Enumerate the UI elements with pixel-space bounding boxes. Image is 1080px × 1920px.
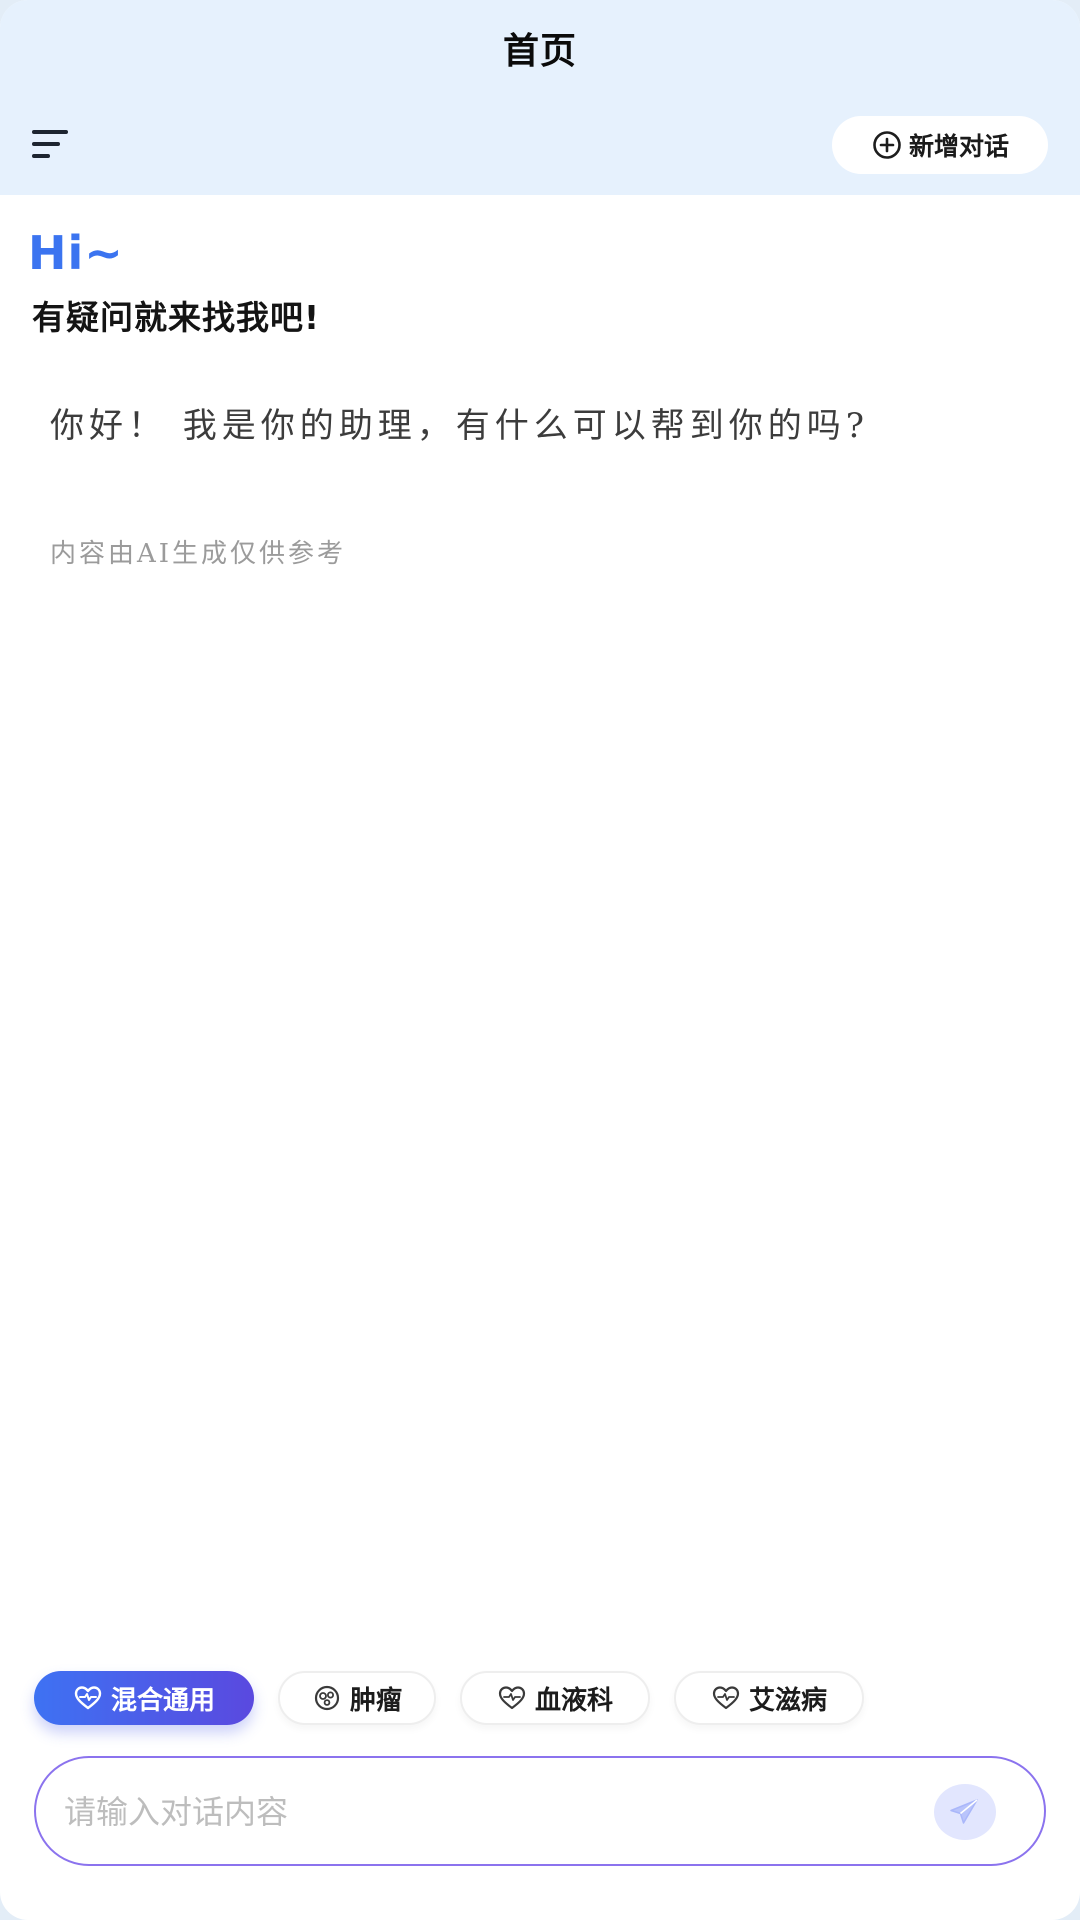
new-chat-label: 新增对话	[908, 132, 1009, 161]
send-button[interactable]	[934, 1784, 996, 1840]
mode-chip-tumor[interactable]: 肿瘤	[278, 1671, 436, 1725]
ai-disclaimer: 内容由AI生成仅供参考	[50, 539, 347, 569]
page-title: 首页	[502, 31, 577, 72]
mode-chip-label: 肿瘤	[349, 1685, 402, 1716]
heart-pulse-icon	[712, 1686, 740, 1710]
heart-pulse-icon	[498, 1686, 526, 1710]
heart-pulse-icon	[74, 1686, 102, 1710]
chat-input[interactable]	[64, 1784, 924, 1840]
top-header: 首页 新增对话	[0, 0, 1080, 195]
plus-circle-icon	[873, 131, 901, 159]
mode-chip-general[interactable]: 混合通用	[34, 1671, 254, 1725]
send-plane-icon	[950, 1799, 978, 1824]
tumor-icon	[314, 1685, 340, 1711]
mode-chip-label: 血液科	[534, 1685, 613, 1716]
mode-chip-hematology[interactable]: 血液科	[460, 1671, 650, 1725]
chat-composer	[34, 1756, 1046, 1866]
greeting-hi: Hi~	[28, 226, 124, 280]
menu-icon[interactable]	[28, 126, 74, 162]
new-chat-button[interactable]: 新增对话	[832, 116, 1048, 174]
welcome-subtitle: 有疑问就来找我吧!	[32, 298, 321, 337]
assistant-message: 你好！ 我是你的助理，有什么可以帮到你的吗?	[50, 406, 870, 446]
mode-chip-label: 艾滋病	[748, 1685, 827, 1716]
mode-chip-aids[interactable]: 艾滋病	[674, 1671, 864, 1725]
app-screen: 首页 新增对话 Hi~ 有疑问就来找我吧! 你好！ 我是你的助理，有什么可以帮到…	[0, 0, 1080, 1920]
mode-selector: 混合通用 肿瘤 血液科 艾滋病	[0, 1671, 1080, 1727]
mode-chip-label: 混合通用	[110, 1685, 215, 1716]
